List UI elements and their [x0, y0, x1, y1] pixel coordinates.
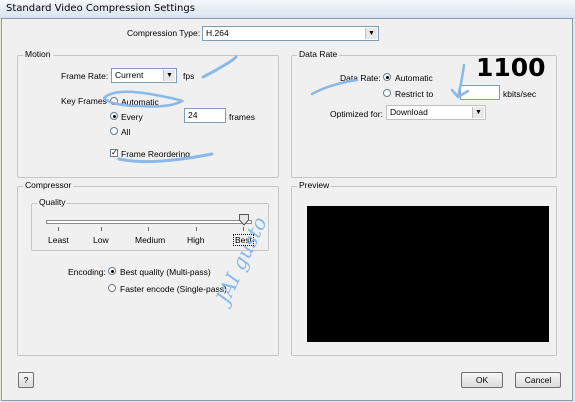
ok-button[interactable]: OK	[461, 372, 503, 388]
data-rate-limit-input[interactable]	[460, 85, 500, 100]
optimized-for-value: Download	[390, 107, 428, 117]
chevron-down-icon: ▼	[365, 28, 377, 39]
frame-rate-select[interactable]: Current ▼	[111, 68, 177, 83]
key-frames-all-radio[interactable]	[110, 127, 118, 135]
title-bar: Standard Video Compression Settings	[0, 0, 575, 19]
chevron-down-icon: ▼	[163, 70, 175, 81]
key-frames-automatic-label: Automatic	[121, 97, 159, 107]
compression-type-value: H.264	[206, 28, 229, 38]
quality-level-low: Low	[93, 235, 109, 245]
encoding-label: Encoding:	[68, 267, 106, 277]
slider-thumb-icon	[239, 214, 249, 226]
data-rate-restrict-radio[interactable]	[383, 89, 391, 97]
data-rate-label: Data Rate:	[340, 73, 381, 83]
quality-level-medium: Medium	[135, 235, 166, 245]
compression-type-select[interactable]: H.264 ▼	[202, 26, 379, 41]
compressor-group-title: Compressor	[23, 180, 74, 190]
optimized-for-select[interactable]: Download ▼	[386, 105, 486, 120]
key-frames-every-radio[interactable]	[110, 112, 118, 120]
quality-level-least: Least	[48, 235, 69, 245]
motion-group-title: Motion	[23, 49, 53, 59]
frame-rate-label: Frame Rate:	[61, 71, 109, 81]
key-frames-interval-value: 24	[188, 110, 198, 120]
quality-tick	[58, 227, 59, 231]
key-frames-all-label: All	[121, 127, 131, 137]
quality-group-title: Quality	[37, 197, 68, 207]
compression-type-label: Compression Type:	[127, 28, 201, 38]
key-frames-label: Key Frames	[61, 96, 107, 106]
preview-group-title: Preview	[297, 180, 332, 190]
data-rate-restrict-label: Restrict to	[395, 89, 434, 99]
frame-reordering-label: Frame Reordering	[121, 149, 190, 159]
quality-level-best: Best	[233, 234, 255, 246]
key-frames-every-label: Every	[121, 112, 143, 122]
data-rate-group-title: Data Rate	[297, 49, 340, 59]
chevron-down-icon: ▼	[472, 107, 484, 118]
quality-tick	[196, 227, 197, 231]
kbits-unit-label: kbits/sec	[503, 89, 537, 99]
encoding-faster-label: Faster encode (Single-pass)	[120, 284, 227, 294]
data-rate-automatic-radio[interactable]	[383, 73, 391, 81]
optimized-for-label: Optimized for:	[330, 109, 383, 119]
quality-tick	[101, 227, 102, 231]
quality-slider-track[interactable]	[46, 220, 252, 224]
frame-rate-value: Current	[115, 70, 144, 80]
encoding-best-quality-radio[interactable]	[108, 267, 116, 275]
help-button[interactable]: ?	[18, 372, 34, 388]
frame-reordering-checkbox[interactable]: ✓	[110, 149, 118, 157]
quality-tick	[243, 227, 244, 231]
quality-level-high: High	[187, 235, 205, 245]
cancel-button[interactable]: Cancel	[515, 372, 561, 388]
window-title: Standard Video Compression Settings	[6, 3, 195, 14]
encoding-faster-radio[interactable]	[108, 284, 116, 292]
key-frames-automatic-radio[interactable]	[110, 97, 118, 105]
quality-tick	[148, 227, 149, 231]
encoding-best-quality-label: Best quality (Multi-pass)	[120, 267, 211, 277]
key-frames-interval-input[interactable]: 24	[184, 108, 226, 123]
quality-slider-thumb[interactable]	[239, 214, 249, 226]
fps-label: fps	[183, 71, 195, 81]
frames-label: frames	[229, 112, 255, 122]
data-rate-automatic-label: Automatic	[395, 73, 433, 83]
preview-screen	[307, 206, 549, 342]
